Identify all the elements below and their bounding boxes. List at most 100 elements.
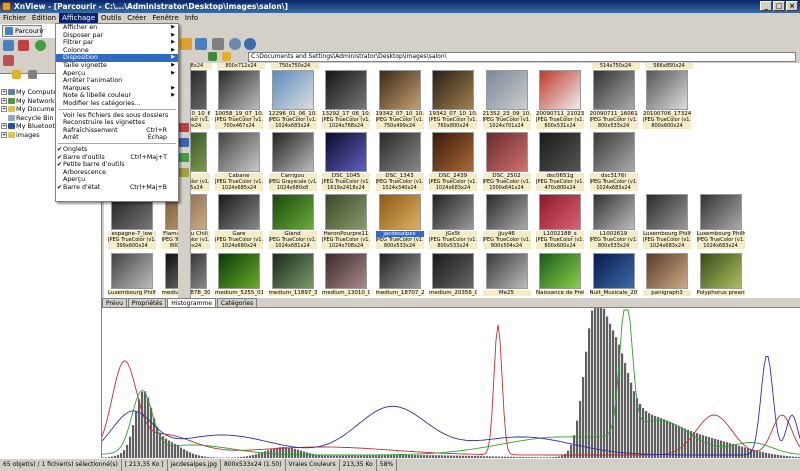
thumbnail[interactable]: 10058_19_07_10... JPEG TrueColor (v1.2) 70… xyxy=(215,70,263,129)
menu-item[interactable]: ✔ Onglets xyxy=(56,146,178,154)
menu-item[interactable]: Taille vignette ▶ xyxy=(56,62,178,70)
expand-toggle[interactable]: + xyxy=(1,97,7,104)
save-tool-icon[interactable] xyxy=(3,55,14,66)
menu-item[interactable]: Note & libellé couleur ▶ xyxy=(56,92,178,100)
thumbnail[interactable]: 20090711_160615 JPEG TrueColor (v1.1) 800x… xyxy=(589,70,638,129)
resize-icon[interactable] xyxy=(179,168,189,177)
menu-item[interactable]: Colonne ▶ xyxy=(56,47,178,55)
thumb-dim: 800x533x24 xyxy=(589,123,638,129)
browse-tool-icon[interactable] xyxy=(3,40,14,51)
menu-item-label: Note & libellé couleur xyxy=(63,92,132,100)
thumbnail[interactable]: 19342_07_10_10... JPEG TrueColor (v1.2) 76… xyxy=(429,70,477,129)
thumbnail[interactable]: Luxembourg Philha...JPEG TrueColor (v1.1… xyxy=(643,194,691,249)
thumb-dim: 760x800x24 xyxy=(429,123,477,129)
thumbnail[interactable]: medium_5255_01... xyxy=(215,253,263,296)
convert-icon[interactable] xyxy=(195,38,207,50)
thumbnail-image xyxy=(325,70,367,110)
thumbnail[interactable]: Nuit_Musicale_201... xyxy=(589,253,638,296)
menu-item[interactable]: Voir les fichiers des sous dossiers xyxy=(56,112,178,120)
thumbnail[interactable]: DSC_1045 JPEG TrueColor (v1.1) 1619x2418x2… xyxy=(322,132,370,191)
thumbnail[interactable]: jjuy46 JPEG TrueColor (v1.1) 800x504x24 xyxy=(482,194,531,249)
menu-item[interactable]: Aperçu xyxy=(56,176,178,184)
refresh-tool-icon[interactable] xyxy=(35,40,46,51)
flip-icon[interactable] xyxy=(179,138,189,147)
thumbnail[interactable]: Gland JPEG TrueColor (v1.1) 1024x681x24 xyxy=(268,194,317,249)
favorites-tool-icon[interactable] xyxy=(28,70,37,79)
thumbnail[interactable]: medium_18707_23... xyxy=(375,253,424,296)
thumbnail[interactable]: 20090711_210234...JPEG TrueColor (v1.1)8… xyxy=(536,70,584,129)
thumbnail[interactable]: Naissance de Pretlin xyxy=(536,253,584,296)
menu-info[interactable]: Info xyxy=(182,13,201,24)
expand-toggle[interactable]: + xyxy=(1,89,7,95)
thumbnail[interactable]: Cabane JPEG TrueColor (v1.1) 1024x685x24 xyxy=(215,132,263,191)
maximize-button[interactable]: □ xyxy=(773,1,785,11)
menu-fichier[interactable]: Fichier xyxy=(0,13,29,24)
menu-item[interactable]: Afficher en ▶ xyxy=(56,24,178,32)
menu-item[interactable]: ✔ Petite barre d'outils xyxy=(56,161,178,169)
close-button[interactable]: × xyxy=(786,1,798,11)
folder-up-icon[interactable] xyxy=(222,52,231,61)
grid-icon[interactable] xyxy=(212,38,224,50)
folder-tool-icon[interactable] xyxy=(12,70,21,79)
edit-icon[interactable] xyxy=(180,38,192,50)
thumbnail[interactable]: medium_20356_06... xyxy=(429,253,477,296)
thumbnail[interactable]: 19342_07_10_10... JPEG TrueColor (v1.1) 75… xyxy=(375,70,424,129)
menu-item[interactable]: ✔ Barre d'état Ctrl+Maj+B xyxy=(56,184,178,192)
thumbnail[interactable]: Me25 xyxy=(482,253,531,296)
rotate-icon[interactable] xyxy=(179,123,189,132)
menu-item[interactable]: Modifier les catégories... xyxy=(56,100,178,108)
thumbnail[interactable]: DSC_2439 JPEG TrueColor (v1.1) 1024x683x24 xyxy=(429,132,477,191)
thumbnail[interactable]: 13292_17_06_10... JPEG TrueColor (v1.2) 10… xyxy=(322,70,370,129)
address-field[interactable]: C:\Documents and Settings\Administrator\… xyxy=(248,52,796,62)
thumbnail[interactable]: medium_13010_07... xyxy=(322,253,370,296)
tab-parcourir[interactable]: Parcourir xyxy=(2,25,44,37)
close-tool-icon[interactable] xyxy=(18,40,29,51)
minimize-button[interactable]: _ xyxy=(760,1,772,11)
thumb-partial[interactable]: 514x750x24 xyxy=(591,63,640,69)
menu-item[interactable]: ✔ Barre d'outils Ctrl+Maj+T xyxy=(56,154,178,162)
info-icon[interactable] xyxy=(244,38,256,50)
thumbnail[interactable]: L1002188_s JPEG TrueColor (v1.1) 800x600x2… xyxy=(536,194,584,249)
thumb-partial[interactable]: 800x712x24 xyxy=(217,63,265,69)
thumb-partial[interactable]: 566x850x24 xyxy=(645,63,693,69)
thumbnail[interactable]: medium_11897_31... xyxy=(268,253,317,296)
expand-toggle[interactable]: + xyxy=(1,106,7,112)
thumbnail[interactable]: jacdesalpes JPEG TrueColor (v1.1) 800x533x… xyxy=(375,194,424,249)
thumbnail[interactable]: Luxembourg Philha...JPEG TrueColor (v1.1… xyxy=(696,194,745,249)
thumbnail[interactable]: DSC_2502 JPEG TrueColor (v1.1) 1000x641x24 xyxy=(482,132,531,191)
thumbnail[interactable]: HeronPourpre11 JPEG TrueColor (v1.1) 1024x… xyxy=(322,194,370,249)
thumbnail[interactable]: DSC_1343 JPEG TrueColor (v1.1) 1024x340x24 xyxy=(375,132,424,191)
thumbnail[interactable]: dsc3176l JPEG TrueColor (v1.1) 1024x683x24 xyxy=(589,132,638,191)
thumbnail[interactable]: dsc0651g JPEG TrueColor (v1.1) 470x800x24 xyxy=(536,132,584,191)
thumbnail[interactable]: 12296_01_06_10... JPEG TrueColor (v1.1) 10… xyxy=(268,70,317,129)
thumbnail[interactable]: espagne-7_low JPEG TrueColor (v1.1) 399x60… xyxy=(108,194,156,249)
thumbnail-image xyxy=(646,194,688,230)
thumbnail[interactable]: JGs5t JPEG TrueColor (v1.1) 800x533x24 xyxy=(429,194,477,249)
thumbnail[interactable]: panigraph3 xyxy=(643,253,691,296)
tab-previsualisation[interactable]: Prévu xyxy=(102,298,127,307)
menu-item[interactable]: Arrêter l'animation xyxy=(56,77,178,85)
thumb-partial[interactable]: 750x750x24 xyxy=(270,63,319,69)
thumbnail[interactable]: 21352_23_09_10... JPEG TrueColor (v1.1) 10… xyxy=(482,70,531,129)
tab-proprietes[interactable]: Propriétés xyxy=(127,298,167,307)
expand-toggle[interactable]: + xyxy=(1,131,7,138)
thumbnail[interactable]: Polyphorus preanus xyxy=(696,253,745,296)
menu-item[interactable]: Disposition ▶ xyxy=(56,54,178,62)
menu-item[interactable]: Arrêt Échap xyxy=(56,134,178,142)
menu-item[interactable]: Filtrer par ▶ xyxy=(56,39,178,47)
settings-icon[interactable] xyxy=(229,38,241,50)
thumbnail[interactable]: CarrigouJPEG Grayscale (v1.1)1024x680x8 xyxy=(268,132,317,191)
menu-item[interactable]: Disposer par ▶ xyxy=(56,32,178,40)
tab-histogramme[interactable]: Histogramme xyxy=(167,298,216,307)
tab-categories[interactable]: Catégories xyxy=(216,298,258,307)
thumb-dim: 800x533x24 xyxy=(589,243,638,249)
thumbnail[interactable]: 20100706_173242 JPEG TrueColor (v1.1) 800x… xyxy=(643,70,691,129)
thumbnail[interactable]: Gare JPEG TrueColor (v1.1) 1024x680x24 xyxy=(215,194,263,249)
expand-toggle[interactable]: + xyxy=(1,123,7,129)
menu-item[interactable]: Arborescence xyxy=(56,169,178,177)
thumbnail[interactable]: Luxembourg Philha... xyxy=(108,253,156,296)
thumbnail[interactable]: L1002619 JPEG TrueColor (v1.1) 800x533x24 xyxy=(589,194,638,249)
menu-item[interactable]: Reconstruire les vignettes xyxy=(56,119,178,127)
go-icon[interactable] xyxy=(208,52,217,61)
crop-icon[interactable] xyxy=(179,153,189,162)
